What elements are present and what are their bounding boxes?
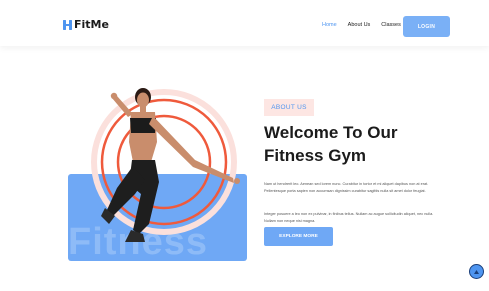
hero-paragraph-1: Nam ut hendrerit leo. Aenean sed lorem n… <box>264 182 429 193</box>
brand-name: FitMe <box>74 18 109 31</box>
dumbbell-icon <box>63 19 72 31</box>
scroll-to-top-button[interactable] <box>469 264 484 279</box>
section-tag: ABOUT US <box>264 99 314 116</box>
hero-title: Welcome To Our Fitness Gym <box>264 121 464 167</box>
hero-title-line2: Fitness Gym <box>264 146 367 165</box>
nav-home[interactable]: Home <box>322 22 337 28</box>
top-navbar: FitMe Home About Us Classes LOGIN <box>0 0 489 46</box>
brand-logo[interactable]: FitMe <box>63 18 109 31</box>
explore-more-button[interactable]: EXPLORE MORE <box>264 227 333 246</box>
hero-paragraph-2: Integer posuere a leo non ex pulvinar, i… <box>264 212 434 223</box>
nav-about-us[interactable]: About Us <box>348 22 371 28</box>
nav-classes[interactable]: Classes <box>381 22 401 28</box>
login-button[interactable]: LOGIN <box>403 16 450 37</box>
arrow-up-icon <box>473 263 480 281</box>
fitness-model-image <box>101 88 240 242</box>
hero-title-line1: Welcome To Our <box>264 123 398 142</box>
main-nav: Home About Us Classes <box>322 22 401 28</box>
